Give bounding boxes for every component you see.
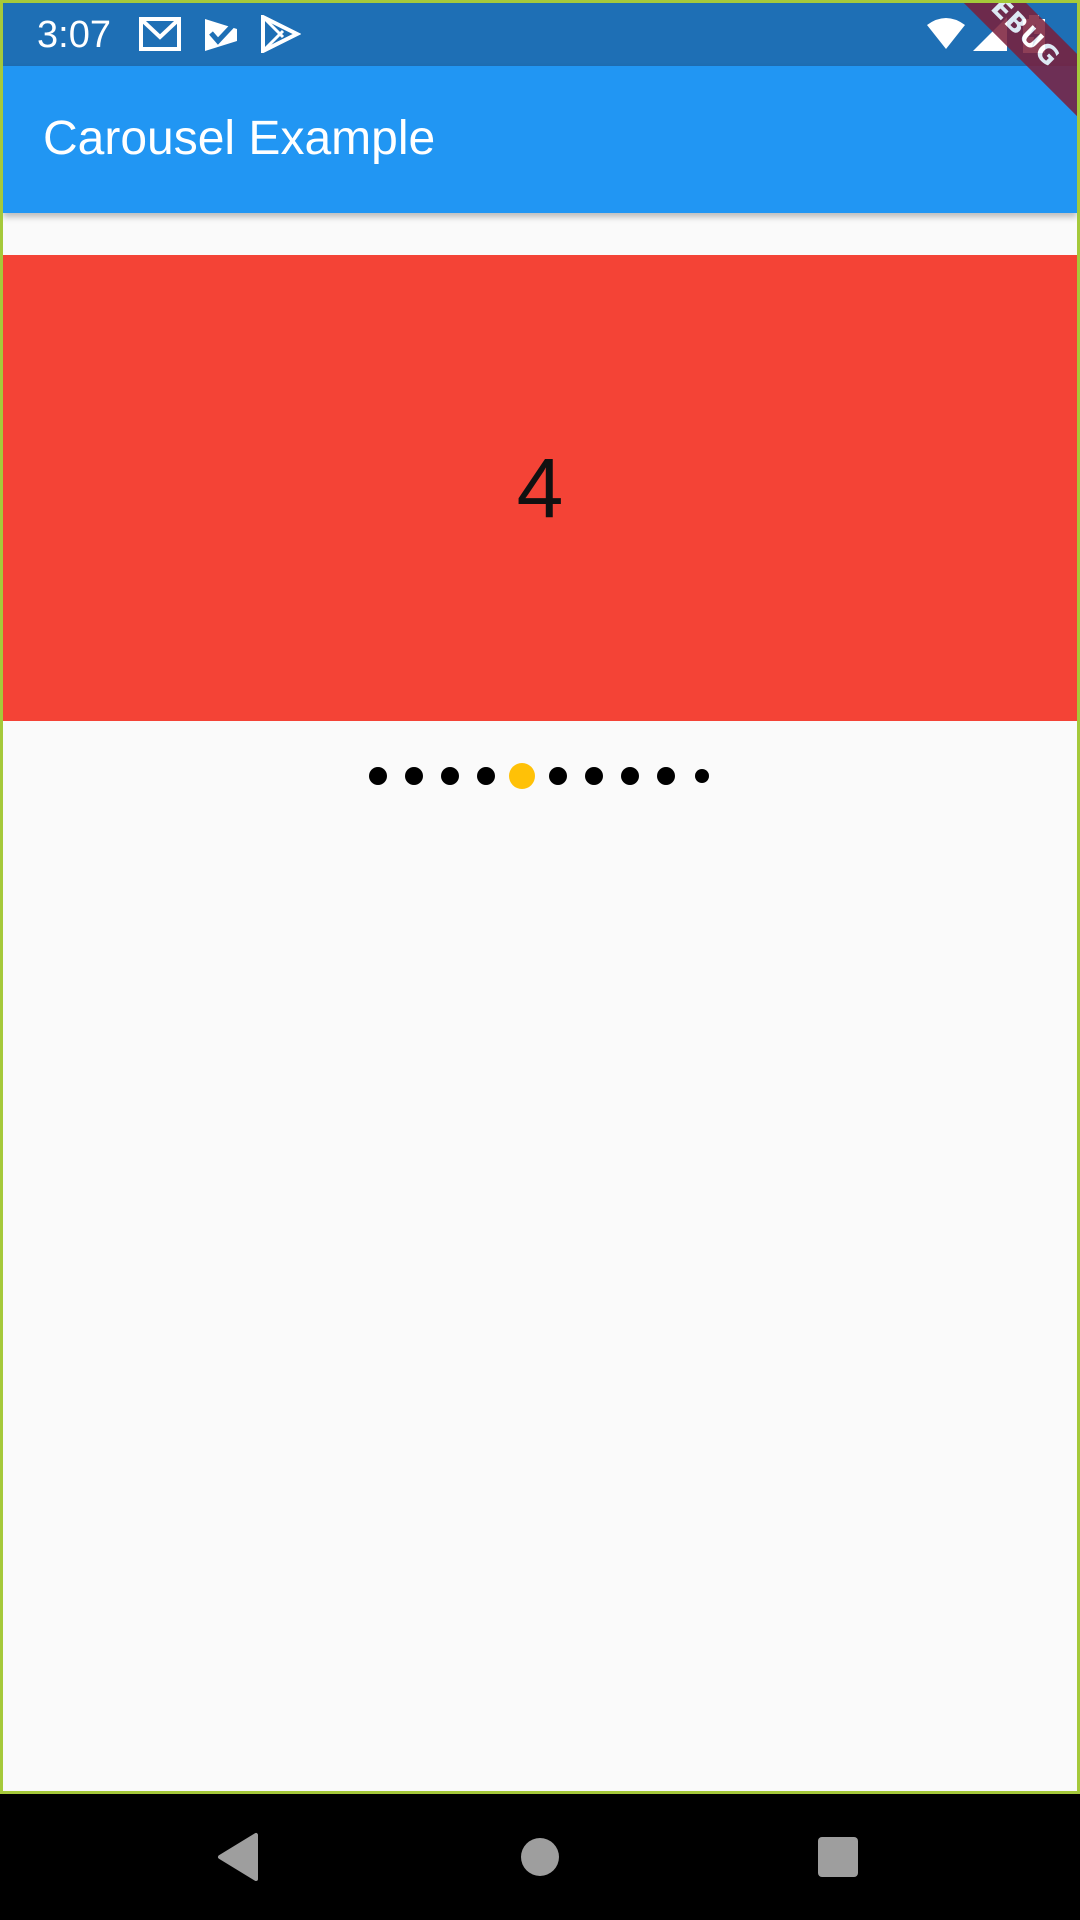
gmail-icon (139, 17, 181, 51)
carousel-dot[interactable] (657, 767, 675, 785)
navigation-bar (0, 1794, 1080, 1920)
app-screen: 3:07 Carousel Example EBUG 4 (0, 0, 1080, 1794)
home-icon[interactable] (510, 1827, 570, 1887)
status-bar: 3:07 (3, 3, 1077, 66)
carousel-dot[interactable] (441, 767, 459, 785)
recents-icon[interactable] (808, 1827, 868, 1887)
play-store-icon (261, 15, 301, 53)
wifi-icon (927, 18, 965, 49)
status-time: 3:07 (37, 14, 111, 56)
carousel-dot[interactable] (477, 767, 495, 785)
carousel-dot[interactable] (695, 769, 709, 783)
app-bar: Carousel Example (3, 66, 1077, 213)
carousel-indicator (3, 763, 1077, 793)
carousel-dot[interactable] (405, 767, 423, 785)
back-icon[interactable] (210, 1827, 270, 1887)
slide-number: 4 (516, 441, 564, 535)
carousel-dot[interactable] (549, 767, 567, 785)
carousel-dot[interactable] (585, 767, 603, 785)
carousel-dot[interactable] (621, 767, 639, 785)
carousel-dot[interactable] (369, 767, 387, 785)
carousel-dot-active[interactable] (509, 763, 535, 789)
task-check-icon (205, 19, 237, 51)
page-title: Carousel Example (43, 112, 436, 165)
carousel-slide[interactable]: 4 (3, 255, 1077, 721)
